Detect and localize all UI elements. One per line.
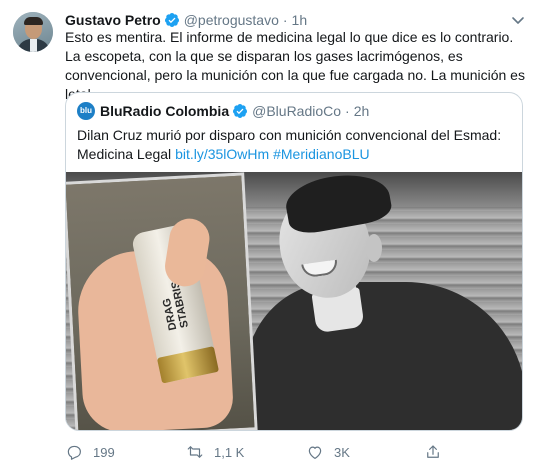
quoted-hashtag[interactable]: #MeridianoBLU: [269, 146, 370, 162]
heart-icon: [308, 446, 322, 459]
tweet-header: Gustavo Petro @petrogustavo · 1h: [65, 11, 307, 29]
share-button[interactable]: [424, 443, 452, 461]
quoted-timestamp: 2h: [353, 103, 370, 119]
verified-badge-icon: [164, 13, 179, 27]
handle[interactable]: @petrogustavo: [184, 12, 279, 28]
quoted-tweet[interactable]: blu BluRadio Colombia @BluRadioCo · 2h D…: [65, 92, 523, 431]
like-button[interactable]: 3K: [306, 443, 350, 461]
quoted-link[interactable]: bit.ly/35lOwHm: [175, 146, 269, 162]
tweet-actions: 199 1,1 K 3K: [65, 443, 445, 461]
quoted-handle: @BluRadioCo: [252, 103, 342, 119]
separator-dot: ·: [282, 12, 288, 28]
retweet-count: 1,1 K: [214, 444, 245, 460]
quoted-avatar-text: blu: [80, 106, 92, 115]
tweet: Gustavo Petro @petrogustavo · 1h Esto es…: [0, 0, 538, 468]
like-count: 3K: [334, 444, 350, 460]
quoted-avatar: blu: [77, 102, 95, 120]
timestamp[interactable]: 1h: [292, 12, 308, 28]
avatar[interactable]: [13, 12, 53, 52]
inset-photo-shell: DRAG STABRIS: [66, 175, 255, 430]
reply-count: 199: [93, 444, 115, 460]
quoted-media-image[interactable]: DRAG STABRIS: [66, 172, 522, 430]
share-icon: [427, 445, 439, 458]
reply-button[interactable]: 199: [65, 443, 115, 461]
quoted-display-name: BluRadio Colombia: [100, 103, 230, 119]
quoted-tweet-header: blu BluRadio Colombia @BluRadioCo · 2h: [77, 102, 369, 120]
separator-dot: ·: [345, 103, 350, 119]
verified-badge-icon: [233, 104, 248, 118]
quoted-tweet-text: Dilan Cruz murió por disparo con munició…: [77, 126, 517, 164]
retweet-icon: [187, 446, 203, 458]
person-ear: [366, 234, 382, 262]
reply-icon: [67, 445, 81, 460]
retweet-button[interactable]: 1,1 K: [186, 443, 244, 461]
chevron-down-icon[interactable]: [510, 12, 526, 28]
display-name[interactable]: Gustavo Petro: [65, 12, 161, 28]
